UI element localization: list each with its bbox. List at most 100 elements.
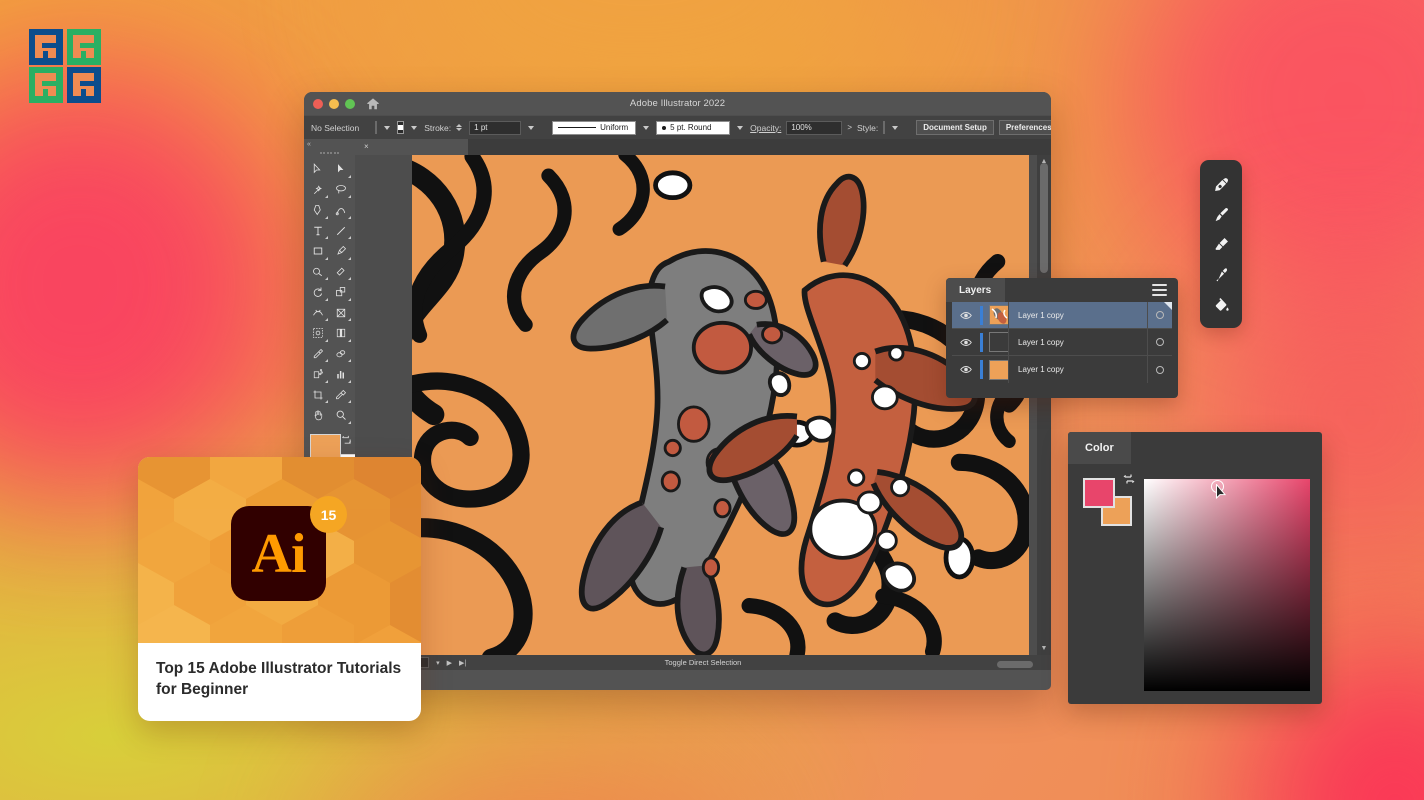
brush-caret[interactable]	[737, 126, 743, 130]
layer-name[interactable]: Layer 1 copy	[1009, 338, 1148, 347]
table-row[interactable]: Layer 1 copy	[952, 302, 1172, 329]
collapse-panel-icon[interactable]: «	[304, 139, 355, 149]
direct-selection-tool[interactable]	[330, 159, 354, 180]
horizontal-scrollbar-thumb[interactable]	[997, 661, 1033, 668]
opacity-flyout-arrow[interactable]: >	[847, 123, 852, 132]
style-caret[interactable]	[892, 126, 898, 130]
table-row[interactable]: Layer 1 copy	[952, 356, 1172, 383]
divider	[1147, 302, 1148, 328]
stroke-width-caret[interactable]	[528, 126, 534, 130]
illustrator-app-abbr: Ai	[252, 526, 306, 582]
pen-tool[interactable]	[306, 200, 330, 221]
rotate-tool[interactable]	[306, 282, 330, 303]
fill-color-swatch[interactable]	[375, 121, 377, 134]
stroke-width-input[interactable]: 1 pt	[469, 121, 521, 135]
artboard-tool[interactable]	[306, 385, 330, 406]
curvature-tool[interactable]	[330, 200, 354, 221]
stroke-width-stepper[interactable]	[456, 124, 462, 131]
foreground-color-swatch[interactable]	[1083, 478, 1115, 508]
free-transform-tool[interactable]	[330, 303, 354, 324]
eraser-tool[interactable]	[330, 262, 354, 283]
canvas-vertical-scrollbar[interactable]: ▲ ▼	[1037, 155, 1051, 655]
layers-list: Layer 1 copy Layer 1 copy	[952, 302, 1172, 383]
symbol-sprayer-tool[interactable]	[306, 364, 330, 385]
layers-tab[interactable]: Layers	[946, 278, 1005, 302]
shape-builder-tool[interactable]	[306, 323, 330, 344]
stroke-dropdown-caret[interactable]	[411, 126, 417, 130]
hand-tool[interactable]	[306, 405, 330, 426]
window-title: Adobe Illustrator 2022	[304, 98, 1051, 109]
brush-label: 5 pt. Round	[670, 123, 711, 132]
layer-target-indicator[interactable]	[1148, 366, 1172, 374]
course-card[interactable]: Ai 15 Top 15 Adobe Illustrator Tutorials…	[138, 457, 421, 721]
layer-visibility-icon[interactable]	[952, 311, 980, 320]
gs-logo	[28, 28, 102, 104]
layer-target-indicator[interactable]	[1148, 311, 1172, 319]
document-setup-button[interactable]: Document Setup	[916, 120, 994, 135]
color-swatches	[1083, 478, 1131, 528]
layer-thumbnail	[989, 360, 1009, 380]
marker-tool-icon[interactable]	[1212, 235, 1230, 253]
divider	[1008, 302, 1009, 328]
slice-tool[interactable]	[330, 385, 354, 406]
layer-thumbnail	[989, 305, 1009, 325]
paintbrush-tool-icon[interactable]	[1212, 205, 1230, 223]
table-row[interactable]: Layer 1 copy	[952, 329, 1172, 356]
selection-tool[interactable]	[306, 159, 330, 180]
eyedropper-tool[interactable]	[306, 344, 330, 365]
preferences-button[interactable]: Preferences	[999, 120, 1051, 135]
tool-grid	[304, 157, 355, 426]
scroll-down-icon[interactable]: ▼	[1037, 642, 1051, 655]
panel-grip[interactable]	[304, 149, 355, 157]
blend-tool[interactable]	[330, 344, 354, 365]
type-tool[interactable]	[306, 221, 330, 242]
scrollbar-thumb[interactable]	[1040, 163, 1048, 273]
panel-menu-icon[interactable]	[1152, 284, 1167, 296]
layer-visibility-icon[interactable]	[952, 365, 980, 374]
layer-color-bar	[980, 360, 983, 379]
style-label: Style:	[857, 123, 878, 133]
canvas-area[interactable]: ▲ ▼	[355, 155, 1051, 655]
scale-tool[interactable]	[330, 282, 354, 303]
canvas-column: ×	[355, 139, 1051, 670]
divider	[1147, 356, 1148, 383]
layer-color-bar	[980, 306, 983, 325]
lasso-tool[interactable]	[330, 180, 354, 201]
color-tab[interactable]: Color	[1068, 432, 1131, 464]
swap-colors-icon[interactable]	[1123, 472, 1135, 484]
swap-fill-stroke-icon[interactable]	[341, 432, 352, 443]
card-title: Top 15 Adobe Illustrator Tutorials for B…	[156, 659, 403, 701]
pen-tool-icon[interactable]	[1212, 175, 1230, 193]
zoom-tool[interactable]	[330, 405, 354, 426]
divider	[1008, 356, 1009, 383]
column-graph-tool[interactable]	[330, 364, 354, 385]
fill-dropdown-caret[interactable]	[384, 126, 390, 130]
layer-name[interactable]: Layer 1 copy	[1009, 311, 1148, 320]
stroke-profile-select[interactable]: Uniform	[552, 121, 636, 135]
layer-target-indicator[interactable]	[1148, 338, 1172, 346]
paint-bucket-tool-icon[interactable]	[1212, 295, 1230, 313]
card-body: Top 15 Adobe Illustrator Tutorials for B…	[138, 643, 421, 701]
artboard[interactable]	[412, 155, 1029, 655]
layer-name[interactable]: Layer 1 copy	[1009, 365, 1148, 374]
document-tab-bar: ×	[355, 139, 1051, 155]
selection-status: No Selection	[311, 123, 359, 133]
opacity-input[interactable]: 100%	[786, 121, 842, 135]
shaper-tool[interactable]	[306, 262, 330, 283]
close-document-icon[interactable]: ×	[364, 143, 369, 151]
brush-select[interactable]: 5 pt. Round	[656, 121, 730, 135]
stroke-color-swatch[interactable]	[397, 121, 404, 134]
rectangle-tool[interactable]	[306, 241, 330, 262]
paintbrush-tool[interactable]	[330, 241, 354, 262]
graphic-style-swatch[interactable]	[883, 121, 885, 134]
magic-wand-tool[interactable]	[306, 180, 330, 201]
perspective-grid-tool[interactable]	[330, 323, 354, 344]
stroke-profile-caret[interactable]	[643, 126, 649, 130]
color-picker-field[interactable]	[1144, 479, 1310, 691]
line-segment-tool[interactable]	[330, 221, 354, 242]
layer-visibility-icon[interactable]	[952, 338, 980, 347]
document-tab[interactable]: ×	[355, 139, 468, 155]
window-titlebar: Adobe Illustrator 2022	[304, 92, 1051, 115]
width-tool[interactable]	[306, 303, 330, 324]
eyedropper-tool-icon[interactable]	[1212, 265, 1230, 283]
